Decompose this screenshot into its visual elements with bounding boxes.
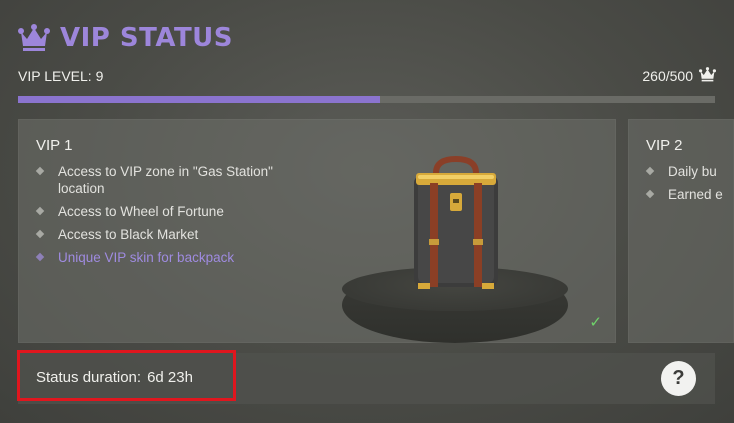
status-duration-bar: Status duration: 6d 23h <box>18 353 715 404</box>
diamond-bullet-icon <box>645 189 655 199</box>
page-title: VIP STATUS <box>60 23 234 53</box>
vip-perk-list: Daily bu Earned e <box>642 163 734 209</box>
vip-perk-item: Access to Black Market <box>32 226 292 243</box>
checkmark-icon: ✓ <box>589 314 602 331</box>
vip-perk-item: Daily bu <box>642 163 734 180</box>
vip-perk-item: Access to Wheel of Fortune <box>32 203 292 220</box>
vip-progress-bar <box>18 96 715 103</box>
page-header: VIP STATUS <box>18 20 233 56</box>
vip-card-title: VIP 1 <box>36 137 73 154</box>
status-duration-value: 6d 23h <box>147 369 193 386</box>
vip-level-row: VIP LEVEL: 9 260/500 <box>18 66 716 86</box>
vip-perk-text: Access to VIP zone in "Gas Station" loca… <box>58 164 273 196</box>
vip-level-label: VIP LEVEL: 9 <box>18 68 104 84</box>
vip-progress-fill <box>18 96 381 103</box>
vip-points-value: 260/500 <box>642 68 693 84</box>
vip-card-title: VIP 2 <box>646 137 683 154</box>
help-button[interactable]: ? <box>661 361 696 396</box>
question-mark-icon: ? <box>672 367 685 389</box>
vip-points: 260/500 <box>642 67 716 85</box>
vip-perk-item: Access to VIP zone in "Gas Station" loca… <box>32 163 292 197</box>
vip-perk-text: Daily bu <box>668 164 717 179</box>
vip-perk-list: Access to VIP zone in "Gas Station" loca… <box>32 163 292 272</box>
backpack-icon <box>402 153 510 300</box>
diamond-bullet-icon <box>35 252 45 262</box>
crown-icon <box>699 67 716 85</box>
crown-icon <box>18 24 50 52</box>
status-duration-label: Status duration: <box>36 369 142 386</box>
diamond-bullet-icon <box>645 166 655 176</box>
vip-card-2[interactable]: VIP 2 Daily bu Earned e <box>628 119 734 343</box>
vip-perk-text: Access to Black Market <box>58 227 199 242</box>
diamond-bullet-icon <box>35 166 45 176</box>
vip-card-1[interactable]: VIP 1 Access to VIP zone in "Gas Station… <box>18 119 616 343</box>
vip-perk-item: Earned e <box>642 186 734 203</box>
diamond-bullet-icon <box>35 206 45 216</box>
status-duration: Status duration: 6d 23h <box>36 369 193 386</box>
vip-perk-item-highlight: Unique VIP skin for backpack <box>32 249 292 266</box>
vip-perk-text: Earned e <box>668 187 723 202</box>
vip-perk-text: Unique VIP skin for backpack <box>58 250 235 265</box>
vip-perk-text: Access to Wheel of Fortune <box>58 204 224 219</box>
diamond-bullet-icon <box>35 229 45 239</box>
